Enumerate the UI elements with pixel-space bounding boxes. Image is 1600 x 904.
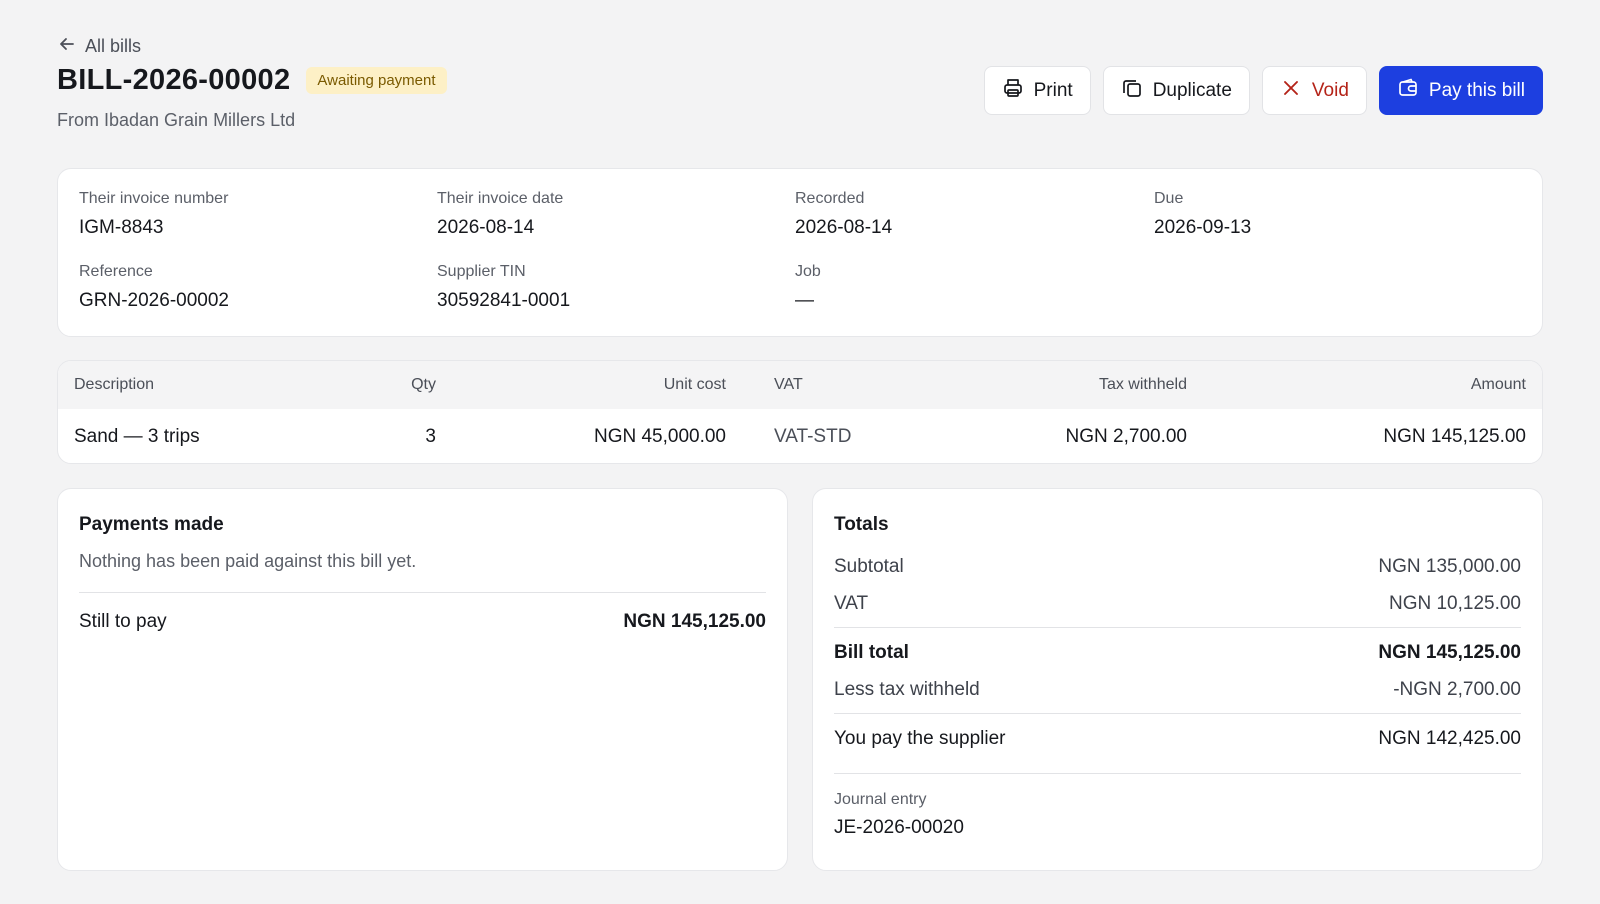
column-header-unit-cost: Unit cost xyxy=(663,376,726,393)
payments-made-card: Payments made Nothing has been paid agai… xyxy=(57,488,788,871)
detail-invoice-number: Their invoice number IGM-8843 xyxy=(79,190,228,239)
tax-withheld-value: -NGN 2,700.00 xyxy=(1393,679,1521,700)
pay-bill-button[interactable]: Pay this bill xyxy=(1378,66,1543,115)
detail-value: 2026-08-14 xyxy=(795,217,893,238)
vat-row: VAT NGN 10,125.00 xyxy=(834,593,1521,615)
column-header-vat: VAT xyxy=(774,376,803,393)
detail-label: Supplier TIN xyxy=(437,263,526,280)
detail-label: Job xyxy=(795,263,821,280)
detail-value: 2026-08-14 xyxy=(437,217,535,238)
wallet-icon xyxy=(1397,77,1419,105)
bill-total-row: Bill total NGN 145,125.00 xyxy=(834,642,1521,664)
subtotal-label: Subtotal xyxy=(834,556,904,577)
print-label: Print xyxy=(1033,79,1073,101)
detail-reference: Reference GRN-2026-00002 xyxy=(79,263,229,312)
column-header-tax-withheld: Tax withheld xyxy=(1098,376,1187,393)
cell-amount: NGN 145,125.00 xyxy=(1383,426,1526,447)
void-button[interactable]: Void xyxy=(1261,66,1367,115)
detail-invoice-date: Their invoice date 2026-08-14 xyxy=(437,190,563,239)
detail-value: GRN-2026-00002 xyxy=(79,290,229,311)
you-pay-row: You pay the supplier NGN 142,425.00 xyxy=(834,728,1521,750)
back-to-all-bills-link[interactable]: All bills xyxy=(57,34,141,59)
you-pay-label: You pay the supplier xyxy=(834,728,1006,749)
detail-label: Due xyxy=(1154,190,1184,207)
table-row[interactable]: Sand — 3 trips 3 NGN 45,000.00 VAT-STD N… xyxy=(58,409,1542,463)
printer-icon xyxy=(1002,77,1024,105)
action-bar: Print Duplicate Void Pay this bill xyxy=(983,66,1543,115)
status-badge: Awaiting payment xyxy=(306,67,447,94)
detail-value: — xyxy=(795,290,814,311)
tax-withheld-label: Less tax withheld xyxy=(834,679,980,700)
detail-label: Reference xyxy=(79,263,153,280)
subtotal-row: Subtotal NGN 135,000.00 xyxy=(834,556,1521,578)
you-pay-value: NGN 142,425.00 xyxy=(1378,728,1521,749)
divider xyxy=(834,773,1521,774)
cell-vat: VAT-STD xyxy=(774,426,852,447)
still-to-pay-row: Still to pay NGN 145,125.00 xyxy=(79,611,766,633)
detail-value: IGM-8843 xyxy=(79,217,164,238)
cell-description: Sand — 3 trips xyxy=(74,426,200,447)
pay-label: Pay this bill xyxy=(1428,79,1525,101)
bill-total-label: Bill total xyxy=(834,642,909,663)
close-icon xyxy=(1280,77,1302,105)
totals-title: Totals xyxy=(834,514,889,535)
tax-withheld-row: Less tax withheld -NGN 2,700.00 xyxy=(834,679,1521,701)
cell-tax-withheld: NGN 2,700.00 xyxy=(1065,426,1187,447)
cell-unit-cost: NGN 45,000.00 xyxy=(593,426,726,447)
detail-supplier-tin: Supplier TIN 30592841-0001 xyxy=(437,263,570,312)
vat-label: VAT xyxy=(834,593,869,614)
void-label: Void xyxy=(1311,79,1349,101)
supplier-subtitle: From Ibadan Grain Millers Ltd xyxy=(57,110,296,130)
journal-entry-label: Journal entry xyxy=(834,791,927,808)
journal-entry-link[interactable]: JE-2026-00020 xyxy=(834,817,964,839)
detail-due: Due 2026-09-13 xyxy=(1154,190,1251,239)
column-header-qty: Qty xyxy=(411,376,436,393)
arrow-left-icon xyxy=(57,34,77,59)
detail-job: Job — xyxy=(795,263,821,312)
subtotal-value: NGN 135,000.00 xyxy=(1378,556,1521,577)
divider xyxy=(79,592,766,593)
copy-icon xyxy=(1121,77,1143,105)
line-items-table: Description Qty Unit cost VAT Tax withhe… xyxy=(57,360,1543,464)
duplicate-label: Duplicate xyxy=(1152,79,1232,101)
totals-card: Totals Subtotal NGN 135,000.00 VAT NGN 1… xyxy=(812,488,1543,871)
still-to-pay-label: Still to pay xyxy=(79,611,167,632)
print-button[interactable]: Print xyxy=(983,66,1091,115)
detail-label: Their invoice date xyxy=(437,190,564,207)
detail-recorded: Recorded 2026-08-14 xyxy=(795,190,892,239)
column-header-amount: Amount xyxy=(1470,376,1526,393)
journal-entry: Journal entry JE-2026-00020 xyxy=(834,791,964,839)
page-title: BILL-2026-00002 xyxy=(57,64,291,96)
bill-total-value: NGN 145,125.00 xyxy=(1378,642,1521,663)
column-header-description: Description xyxy=(74,376,155,393)
detail-value: 30592841-0001 xyxy=(437,290,571,311)
table-header: Description Qty Unit cost VAT Tax withhe… xyxy=(58,361,1542,409)
detail-value: 2026-09-13 xyxy=(1154,217,1252,238)
payments-title: Payments made xyxy=(79,514,224,535)
duplicate-button[interactable]: Duplicate xyxy=(1102,66,1250,115)
divider xyxy=(834,627,1521,628)
detail-label: Their invoice number xyxy=(79,190,229,207)
payments-empty-note: Nothing has been paid against this bill … xyxy=(79,551,417,571)
still-to-pay-value: NGN 145,125.00 xyxy=(623,611,766,632)
bill-details-card: Their invoice number IGM-8843 Their invo… xyxy=(57,168,1543,337)
back-link-label: All bills xyxy=(85,36,142,56)
cell-qty: 3 xyxy=(425,426,436,447)
divider xyxy=(834,713,1521,714)
title-row: BILL-2026-00002 Awaiting payment xyxy=(57,64,447,97)
detail-label: Recorded xyxy=(795,190,865,207)
vat-value: NGN 10,125.00 xyxy=(1388,593,1521,614)
